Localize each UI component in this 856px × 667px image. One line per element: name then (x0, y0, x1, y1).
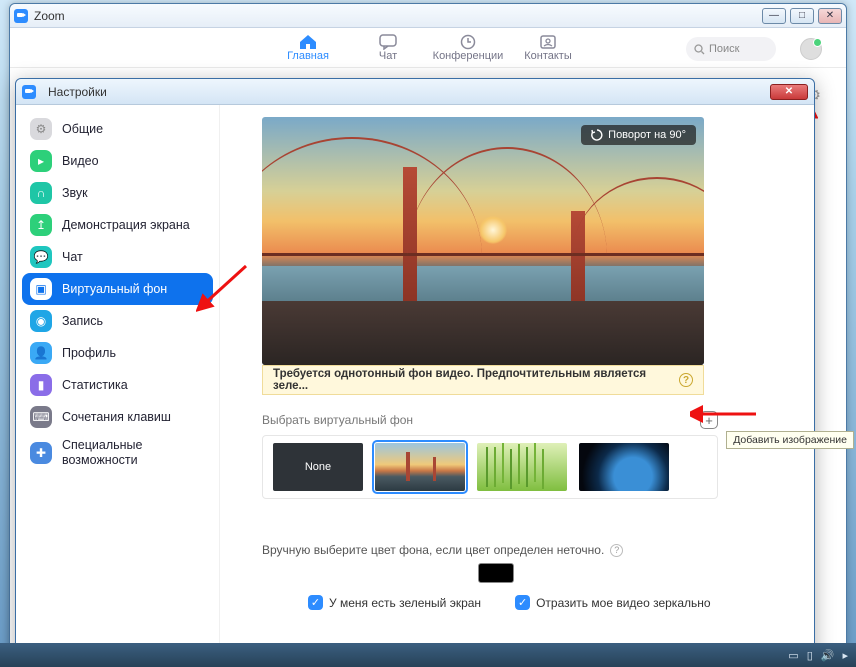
sidebar-item-profile[interactable]: 👤 Профиль (22, 337, 213, 369)
sidebar-item-record[interactable]: ◉ Запись (22, 305, 213, 337)
add-image-button[interactable]: + (700, 411, 718, 429)
sidebar-item-share[interactable]: ↥ Демонстрация экрана (22, 209, 213, 241)
sidebar-item-video[interactable]: ▸ Видео (22, 145, 213, 177)
nav-home-label: Главная (287, 50, 329, 62)
sidebar-item-accessibility[interactable]: ✚ Специальные возможности (22, 433, 213, 473)
windows-taskbar[interactable]: ▭ ▯ 🔊 ▸ (0, 643, 856, 667)
volume-icon[interactable]: 🔊 (821, 649, 835, 662)
nav-chat-label: Чат (379, 50, 397, 62)
manual-color-label: Вручную выберите цвет фона, если цвет оп… (262, 543, 604, 557)
sidebar-item-stats[interactable]: ▮ Статистика (22, 369, 213, 401)
sidebar-item-label: Специальные возможности (62, 438, 205, 468)
zoom-navbar: Главная Чат Конференции Контакты Поиск (10, 28, 846, 68)
search-placeholder: Поиск (709, 43, 739, 55)
check-icon: ✓ (308, 595, 323, 610)
accessibility-icon: ✚ (30, 442, 52, 464)
home-icon (299, 34, 317, 50)
gear-icon: ⚙ (30, 118, 52, 140)
zoom-logo-icon (22, 85, 36, 99)
maximize-button[interactable]: □ (790, 8, 814, 24)
sidebar-item-label: Статистика (62, 378, 128, 392)
zoom-titlebar[interactable]: Zoom — □ ✕ (10, 4, 846, 28)
tray-icon[interactable]: ▭ (788, 649, 798, 662)
zoom-title: Zoom (34, 9, 65, 23)
settings-close-button[interactable]: ✕ (770, 84, 808, 100)
chat-icon: 💬 (30, 246, 52, 268)
tray-icon[interactable]: ▯ (807, 649, 813, 662)
settings-sidebar: ⚙ Общие ▸ Видео ∩ Звук ↥ Демонстрация экрана… (16, 105, 220, 657)
add-image-tooltip: Добавить изображение (726, 431, 854, 449)
record-icon: ◉ (30, 310, 52, 332)
choose-bg-label: Выбрать виртуальный фон (262, 413, 413, 427)
stats-icon: ▮ (30, 374, 52, 396)
sidebar-item-label: Виртуальный фон (62, 282, 167, 296)
sidebar-item-label: Демонстрация экрана (62, 218, 190, 232)
nav-conf-label: Конференции (433, 50, 504, 62)
sidebar-item-label: Чат (62, 250, 83, 264)
video-preview: Поворот на 90° (262, 117, 704, 365)
bg-thumb-bridge[interactable] (375, 443, 465, 491)
chat-icon (379, 34, 397, 50)
sidebar-item-virtual-bg[interactable]: ▣ Виртуальный фон (22, 273, 213, 305)
contacts-icon (539, 34, 557, 50)
nav-contacts-label: Контакты (524, 50, 572, 62)
warning-bar: Требуется однотонный фон видео. Предпочт… (262, 365, 704, 395)
sidebar-item-audio[interactable]: ∩ Звук (22, 177, 213, 209)
bg-thumb-grass[interactable] (477, 443, 567, 491)
nav-contacts[interactable]: Контакты (508, 34, 588, 62)
warning-text: Требуется однотонный фон видео. Предпочт… (273, 368, 679, 392)
sidebar-item-label: Профиль (62, 346, 116, 360)
close-button[interactable]: ✕ (818, 8, 842, 24)
mirror-checkbox[interactable]: ✓ Отразить мое видео зеркально (515, 595, 710, 610)
mirror-label: Отразить мое видео зеркально (536, 596, 710, 610)
profile-icon: 👤 (30, 342, 52, 364)
search-icon (694, 44, 705, 55)
sidebar-item-label: Общие (62, 122, 103, 136)
person-icon: ▣ (30, 278, 52, 300)
sidebar-item-label: Звук (62, 186, 88, 200)
help-icon[interactable]: ? (610, 544, 623, 557)
sidebar-item-shortcuts[interactable]: ⌨ Сочетания клавиш (22, 401, 213, 433)
nav-conferences[interactable]: Конференции (428, 34, 508, 62)
zoom-logo-icon (14, 9, 28, 23)
sidebar-item-general[interactable]: ⚙ Общие (22, 113, 213, 145)
tray-chevron-icon[interactable]: ▸ (842, 649, 848, 662)
sidebar-item-label: Сочетания клавиш (62, 410, 171, 424)
clock-icon (459, 34, 477, 50)
rotate-label: Поворот на 90° (608, 129, 686, 141)
rotate-button[interactable]: Поворот на 90° (581, 125, 696, 145)
bg-thumbnails: None (262, 435, 718, 499)
nav-chat[interactable]: Чат (348, 34, 428, 62)
thumb-none-label: None (305, 461, 331, 473)
help-icon[interactable]: ? (679, 373, 693, 387)
sidebar-item-label: Видео (62, 154, 99, 168)
green-screen-label: У меня есть зеленый экран (329, 596, 481, 610)
minimize-button[interactable]: — (762, 8, 786, 24)
rotate-icon (591, 129, 603, 141)
bg-thumb-earth[interactable] (579, 443, 669, 491)
check-icon: ✓ (515, 595, 530, 610)
settings-title: Настройки (48, 85, 107, 99)
nav-home[interactable]: Главная (268, 34, 348, 62)
green-screen-checkbox[interactable]: ✓ У меня есть зеленый экран (308, 595, 481, 610)
avatar[interactable] (800, 38, 822, 60)
video-icon: ▸ (30, 150, 52, 172)
sidebar-item-chat[interactable]: 💬 Чат (22, 241, 213, 273)
share-icon: ↥ (30, 214, 52, 236)
settings-content: Поворот на 90° Требуется однотонный фон … (220, 105, 814, 657)
search-input[interactable]: Поиск (686, 37, 776, 61)
system-tray[interactable]: ▭ ▯ 🔊 ▸ (788, 649, 848, 662)
keyboard-icon: ⌨ (30, 406, 52, 428)
bg-color-picker[interactable] (478, 563, 514, 583)
settings-titlebar[interactable]: Настройки ✕ (16, 79, 814, 105)
headphones-icon: ∩ (30, 182, 52, 204)
bg-thumb-none[interactable]: None (273, 443, 363, 491)
sidebar-item-label: Запись (62, 314, 103, 328)
settings-window: Настройки ✕ ⚙ Общие ▸ Видео ∩ Звук ↥ Демонст… (15, 78, 815, 658)
